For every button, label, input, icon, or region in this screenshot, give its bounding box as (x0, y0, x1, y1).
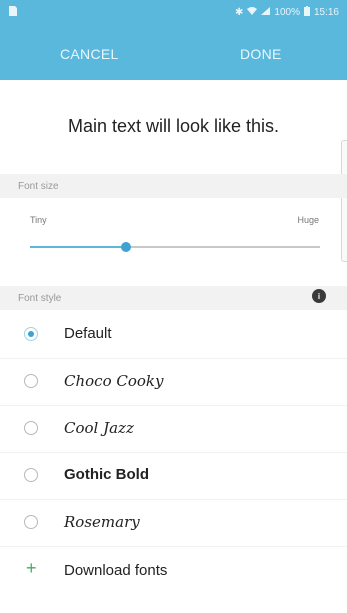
app-bar: ✱ 100% 15:16 CANCEL DONE (0, 0, 347, 80)
font-option-label: Rosemary (64, 513, 140, 531)
font-option-label: Choco Cooky (64, 372, 164, 390)
font-option-choco-cooky[interactable]: Choco Cooky (0, 358, 347, 406)
plus-icon: + (26, 558, 37, 578)
font-option-label: Cool Jazz (64, 419, 134, 437)
font-preview-text: Main text will look like this. (67, 115, 280, 136)
radio-button[interactable] (24, 327, 38, 341)
font-option-cool-jazz[interactable]: Cool Jazz (0, 405, 347, 453)
done-button[interactable]: DONE (240, 46, 282, 62)
slider-fill (30, 246, 126, 248)
font-style-header-label: Font style (18, 293, 62, 304)
font-option-default[interactable]: Default (0, 311, 347, 359)
wifi-icon (247, 7, 258, 18)
font-option-gothic-bold[interactable]: Gothic Bold (0, 452, 347, 500)
font-size-header-label: Font size (18, 181, 59, 192)
status-icons: ✱ 100% 15:16 (235, 6, 339, 19)
radio-button[interactable] (24, 374, 38, 388)
slider-thumb[interactable] (120, 242, 131, 252)
radio-button[interactable] (24, 421, 38, 435)
radio-button[interactable] (24, 515, 38, 529)
font-style-header: Font style (0, 286, 347, 310)
edge-panel-handle[interactable] (341, 140, 347, 262)
battery-percent: 100% (274, 7, 300, 18)
signal-icon (261, 7, 271, 18)
font-option-rosemary[interactable]: Rosemary (0, 499, 347, 547)
font-size-min-label: Tiny (30, 215, 47, 225)
font-option-label: Gothic Bold (64, 466, 149, 483)
font-size-max-label: Huge (297, 215, 319, 225)
cancel-button[interactable]: CANCEL (60, 46, 119, 62)
download-fonts-label: Download fonts (64, 562, 168, 579)
status-time: 15:16 (313, 7, 339, 18)
font-size-header: Font size (0, 174, 347, 198)
download-fonts-item[interactable]: + Download fonts (0, 548, 347, 595)
font-option-label: Default (64, 325, 112, 342)
info-icon[interactable]: i (312, 289, 326, 303)
radio-button[interactable] (24, 468, 38, 482)
bluetooth-icon: ✱ (235, 7, 244, 18)
font-size-slider[interactable] (30, 242, 320, 252)
sim-card-icon (9, 6, 17, 16)
battery-icon (303, 6, 310, 19)
status-bar: ✱ 100% 15:16 (0, 0, 347, 24)
